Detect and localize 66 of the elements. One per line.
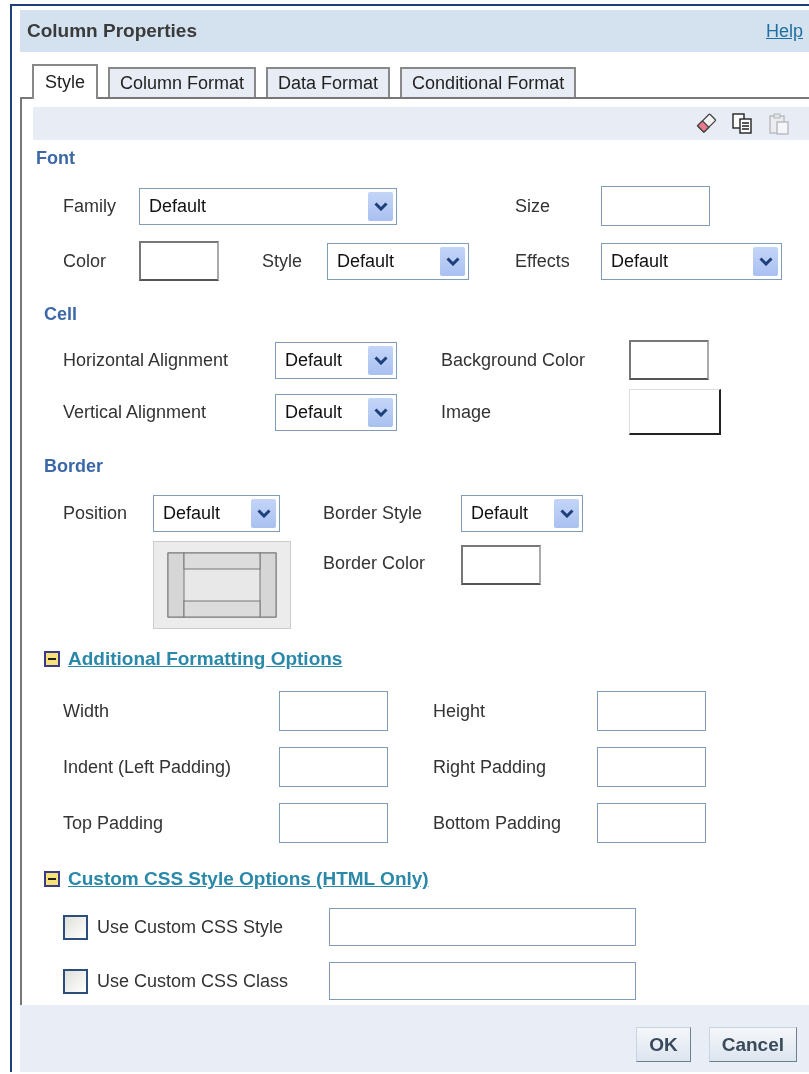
caret-icon: [256, 508, 271, 518]
caret-icon: [445, 256, 460, 266]
help-link[interactable]: Help: [765, 20, 803, 42]
dropdown[interactable]: Default: [461, 494, 583, 532]
tab[interactable]: Data Format: [266, 67, 391, 97]
dropdown[interactable]: Default: [139, 187, 397, 225]
dropdown[interactable]: Default: [601, 242, 782, 280]
field-label: Family: [63, 195, 117, 217]
copy-icon[interactable]: [731, 111, 755, 136]
caret-icon: [373, 201, 388, 211]
field-label: Style: [262, 250, 304, 272]
field-label: Horizontal Alignment: [63, 349, 230, 371]
field-label: Position: [63, 502, 129, 524]
collapse-toggle[interactable]: [44, 871, 60, 887]
field-label: Background Color: [441, 349, 587, 371]
caret-icon: [373, 355, 388, 365]
input-field[interactable]: [279, 803, 388, 843]
section-heading: Font: [36, 147, 75, 169]
field-label: Border Style: [323, 502, 424, 524]
checkbox[interactable]: [63, 914, 88, 940]
field-label: Border Color: [323, 553, 427, 574]
input-field[interactable]: [279, 691, 388, 731]
caret-icon: [373, 407, 388, 417]
field-label: Color: [63, 250, 107, 272]
border-preview[interactable]: [153, 541, 291, 629]
input-field[interactable]: [601, 186, 710, 226]
input-field[interactable]: [597, 691, 706, 731]
field-label: Effects: [515, 250, 571, 272]
field-label: Size: [515, 195, 551, 217]
input-field[interactable]: [597, 747, 706, 787]
tab[interactable]: Style: [32, 64, 99, 99]
field-label: Height: [433, 700, 487, 722]
field-label: Top Padding: [63, 812, 165, 834]
tab[interactable]: Column Format: [108, 67, 257, 97]
field-label: Bottom Padding: [433, 812, 563, 834]
checkbox[interactable]: [63, 968, 88, 994]
color-swatch[interactable]: [461, 545, 541, 585]
collapse-toggle[interactable]: [44, 651, 60, 667]
section-heading: Cell: [44, 303, 77, 325]
dialog-title: Column Properties: [27, 20, 197, 42]
caret-icon: [559, 508, 574, 518]
dialog-button[interactable]: OK: [636, 1027, 691, 1062]
input-field[interactable]: [279, 747, 388, 787]
dropdown[interactable]: Default: [327, 242, 469, 280]
image-button[interactable]: [629, 389, 721, 435]
color-swatch[interactable]: [629, 340, 709, 380]
input-field[interactable]: [329, 908, 636, 946]
field-label: Width: [63, 700, 110, 722]
dialog-button[interactable]: Cancel: [708, 1027, 797, 1062]
section-heading: Border: [44, 455, 103, 477]
field-label: Right Padding: [433, 756, 548, 778]
input-field[interactable]: [329, 962, 636, 1000]
dropdown[interactable]: Default: [275, 393, 397, 431]
section-link[interactable]: Custom CSS Style Options (HTML Only): [68, 868, 429, 890]
tab[interactable]: Conditional Format: [400, 67, 577, 97]
input-field[interactable]: [597, 803, 706, 843]
checkbox-label: Use Custom CSS Style: [97, 916, 284, 938]
field-label: Image: [441, 401, 493, 423]
section-link[interactable]: Additional Formatting Options: [68, 648, 343, 670]
caret-icon: [758, 256, 773, 266]
dropdown[interactable]: Default: [275, 341, 397, 379]
dropdown[interactable]: Default: [153, 494, 280, 532]
field-label: Indent (Left Padding): [63, 756, 233, 778]
checkbox-label: Use Custom CSS Class: [97, 970, 289, 992]
color-swatch[interactable]: [139, 241, 219, 281]
field-label: Vertical Alignment: [63, 401, 208, 423]
